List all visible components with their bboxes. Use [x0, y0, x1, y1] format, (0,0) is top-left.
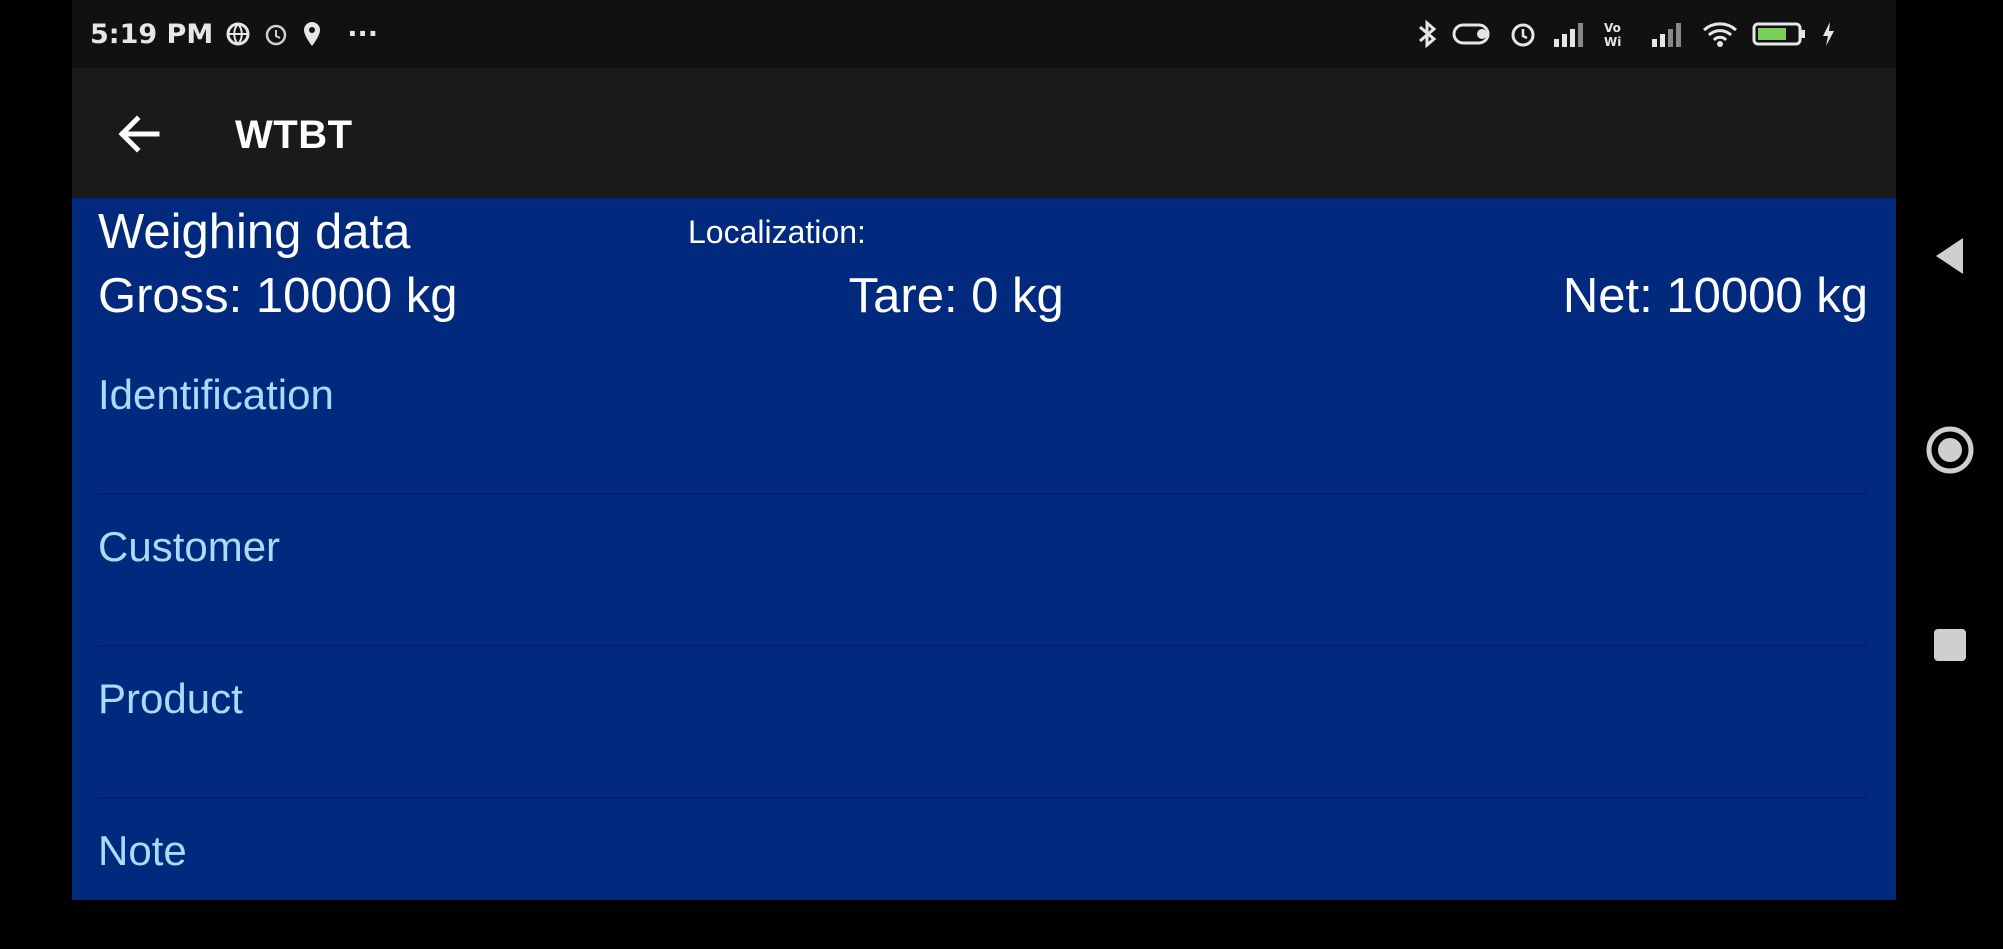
info-list: Identification Customer Product Note	[98, 343, 1868, 949]
status-left: 5:19 PM ···	[90, 0, 378, 68]
navigation-bar	[1896, 0, 2003, 900]
list-item-label: Customer	[98, 523, 281, 570]
list-item-product[interactable]: Product	[98, 647, 1868, 799]
status-right: Vo Wi	[1414, 0, 1836, 68]
back-triangle-icon	[1933, 236, 1967, 276]
signal-icon	[1550, 19, 1590, 49]
back-button[interactable]	[108, 103, 170, 165]
list-item-note[interactable]: Note	[98, 799, 1868, 949]
signal-icon	[1648, 19, 1688, 49]
location-icon	[301, 20, 323, 48]
home-circle-icon	[1925, 425, 1975, 475]
status-bar: 5:19 PM ··· Vo Wi	[72, 0, 1896, 68]
phone-screen: 5:19 PM ··· Vo Wi WTBT Weighing data Loc…	[72, 0, 1896, 900]
wifi-icon	[1700, 19, 1740, 49]
volte-icon: Vo Wi	[1602, 19, 1636, 49]
charging-icon	[1820, 19, 1836, 49]
list-item-label: Identification	[98, 371, 334, 418]
recents-square-icon	[1932, 627, 1968, 663]
app-title: WTBT	[235, 113, 353, 157]
browser-icon	[225, 21, 251, 47]
bluetooth-icon	[1414, 18, 1440, 50]
more-notifications: ···	[347, 18, 378, 50]
list-item-label: Note	[98, 827, 187, 874]
key-icon	[1452, 19, 1496, 49]
list-item-identification[interactable]: Identification	[98, 343, 1868, 495]
tare-weight: Tare: 0 kg	[848, 269, 1064, 323]
nav-recents-button[interactable]	[1896, 595, 2003, 695]
battery-icon	[1752, 19, 1808, 49]
weights-row: Gross: 10000 kg Tare: 0 kg Net: 10000 kg	[98, 268, 1868, 328]
arrow-left-icon	[117, 114, 161, 154]
status-time: 5:19 PM	[90, 18, 214, 50]
list-item-label: Product	[98, 675, 243, 722]
localization-label: Localization:	[688, 214, 866, 250]
net-weight: Net: 10000 kg	[1562, 269, 1868, 323]
nav-back-button[interactable]	[1896, 206, 2003, 306]
svg-text:Wi: Wi	[1604, 35, 1621, 49]
nav-home-button[interactable]	[1896, 400, 2003, 500]
gross-weight: Gross: 10000 kg	[98, 269, 458, 323]
app-bar: WTBT	[72, 68, 1896, 198]
main-content: Weighing data Localization: Gross: 10000…	[72, 198, 1896, 900]
svg-text:Vo: Vo	[1604, 21, 1621, 35]
alarm-icon	[263, 21, 289, 47]
alarm-icon	[1508, 19, 1538, 49]
weighing-data-title: Weighing data	[98, 205, 411, 259]
list-item-customer[interactable]: Customer	[98, 495, 1868, 647]
